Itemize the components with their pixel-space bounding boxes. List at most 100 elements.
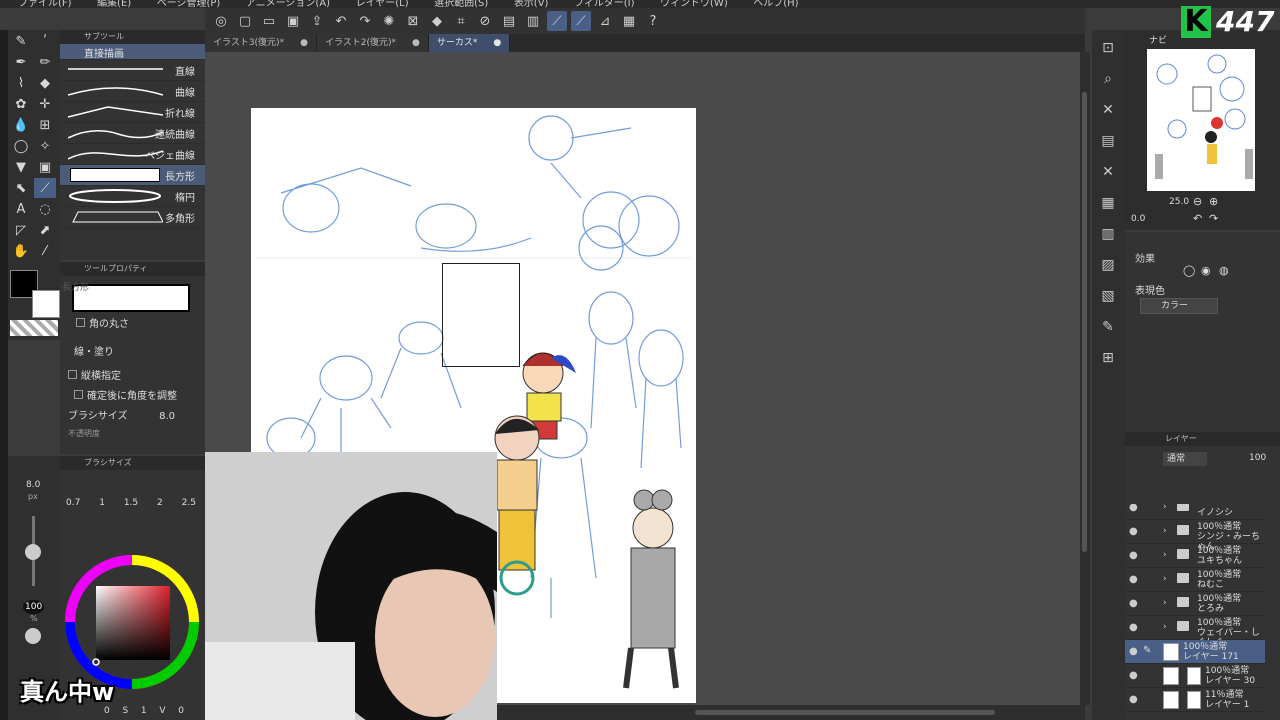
transform-tool-icon[interactable]: ⊞ <box>34 115 56 135</box>
move-tool-icon[interactable]: ✛ <box>34 94 56 114</box>
expand-chevron-icon[interactable]: › <box>1163 504 1167 512</box>
magic-wand-tool-icon[interactable]: ✧ <box>34 136 56 156</box>
menu-animation[interactable]: アニメーション(A) <box>246 0 330 8</box>
checkbox-icon[interactable] <box>68 370 77 379</box>
layer-row[interactable]: ● 100％通常 レイヤー 30 <box>1125 664 1265 688</box>
history-icon[interactable]: ▨ <box>1095 252 1121 278</box>
frame-tool-icon[interactable]: ◸ <box>10 220 32 240</box>
material-icon[interactable]: ⊡ <box>1095 35 1121 61</box>
pencil-tool-icon[interactable]: ✏ <box>34 52 56 72</box>
app-icon[interactable]: ◎ <box>211 11 231 31</box>
eraser-tool-icon[interactable]: ◆ <box>34 73 56 93</box>
tab-close-icon[interactable]: ● <box>300 34 308 52</box>
tab-close-icon[interactable]: ● <box>493 34 501 52</box>
expr-color-select[interactable]: カラー <box>1140 298 1218 314</box>
edit-icon[interactable]: ✎ <box>1095 314 1121 340</box>
zoom-in-icon[interactable]: ⊕ <box>1209 195 1218 208</box>
gradient-tool-icon[interactable]: ▣ <box>34 157 56 177</box>
transform-icon[interactable]: ⌗ <box>451 11 471 31</box>
expand-chevron-icon[interactable]: › <box>1163 598 1167 608</box>
layer-row[interactable]: ● › イノシシ <box>1125 504 1265 520</box>
help-icon[interactable]: ? <box>643 11 663 31</box>
preset-size[interactable]: 2.5 <box>182 498 196 508</box>
opacity-knob[interactable] <box>25 628 41 644</box>
preset-size[interactable]: 1 <box>99 498 105 508</box>
eyedropper-tool-icon[interactable]: ⁄ <box>34 241 56 261</box>
decoration-tool-icon[interactable]: ✿ <box>10 94 32 114</box>
scroll-thumb[interactable] <box>1082 92 1087 552</box>
search-icon[interactable]: ⌕ <box>1095 66 1121 92</box>
subtool-item-rectangle[interactable]: 長方形 <box>60 165 205 186</box>
figure-tool-icon[interactable]: ⟋ <box>34 178 56 198</box>
checkbox-icon[interactable] <box>74 390 83 399</box>
effect-border-icon[interactable]: ◯ <box>1183 264 1195 277</box>
tab-illust3[interactable]: イラスト3(復元)* ● <box>205 34 317 52</box>
checkbox-icon[interactable] <box>76 318 85 327</box>
subtool-item-direct[interactable]: 直接描画 <box>60 44 205 60</box>
tab-close-icon[interactable]: ● <box>412 34 420 52</box>
transparent-swatch[interactable] <box>10 320 58 336</box>
layer-opacity-value[interactable]: 100 <box>1249 453 1266 463</box>
zoom-value[interactable]: 25.0 <box>1169 197 1189 207</box>
rotate-left-icon[interactable]: ↶ <box>1193 212 1202 225</box>
mini-pen-icon[interactable]: ʹ <box>34 31 56 51</box>
scroll-thumb[interactable] <box>695 710 995 715</box>
deselect-icon[interactable]: ⊘ <box>475 11 495 31</box>
menu-file[interactable]: ファイル(F) <box>18 0 72 8</box>
open-folder-icon[interactable]: ▭ <box>259 11 279 31</box>
snap-grid-icon[interactable]: ⊿ <box>595 11 615 31</box>
expand-chevron-icon[interactable]: › <box>1163 526 1167 536</box>
new-file-icon[interactable]: ▢ <box>235 11 255 31</box>
brush-size-value[interactable]: 8.0 <box>159 406 175 428</box>
close-icon[interactable]: ✕ <box>1095 159 1121 185</box>
expand-chevron-icon[interactable]: › <box>1163 622 1167 632</box>
menu-edit[interactable]: 編集(E) <box>97 0 131 8</box>
layer-row[interactable]: ● › 100％通常 ユキちゃん <box>1125 544 1265 568</box>
layer-row[interactable]: ● › 100％通常 シンジ・みーちゃん <box>1125 520 1265 552</box>
snap-ruler-icon[interactable]: ⟋ <box>547 11 567 31</box>
selection-rectangle[interactable] <box>442 263 520 367</box>
lasso-tool-icon[interactable]: ◯ <box>10 136 32 156</box>
companion-icon[interactable]: ▦ <box>619 11 639 31</box>
menu-help[interactable]: ヘルプ(H) <box>753 0 798 8</box>
layer-row[interactable]: ● 11％通常 レイヤー 1 <box>1125 688 1265 712</box>
menu-layer[interactable]: レイヤー(L) <box>356 0 409 8</box>
expand-chevron-icon[interactable]: › <box>1163 574 1167 584</box>
expand-chevron-icon[interactable]: › <box>1163 550 1167 560</box>
navigator-thumbnail[interactable] <box>1147 49 1255 191</box>
crop-icon[interactable]: ▤ <box>499 11 519 31</box>
export-icon[interactable]: ⇪ <box>307 11 327 31</box>
zoom-out-icon[interactable]: ⊖ <box>1193 195 1202 208</box>
fill-tool-icon[interactable]: ▼ <box>10 157 32 177</box>
layer-search-icon[interactable]: ▦ <box>1095 190 1121 216</box>
corner-round-row[interactable]: 角の丸さ <box>60 314 205 336</box>
loading-icon[interactable]: ✺ <box>379 11 399 31</box>
pen-tool-icon[interactable]: ✒ <box>10 52 32 72</box>
eye-icon[interactable]: ● <box>1129 694 1138 705</box>
preset-size[interactable]: 2 <box>157 498 163 508</box>
menu-page[interactable]: ページ管理(P) <box>157 0 221 8</box>
menu-filter[interactable]: フィルター(I) <box>574 0 635 8</box>
layer-row-selected[interactable]: ● ✎ 100％通常 レイヤー 171 <box>1125 640 1265 664</box>
subtool-item-polyline[interactable]: 折れ線 <box>60 102 205 123</box>
menu-select[interactable]: 選択範囲(S) <box>434 0 488 8</box>
subtool-item-continuous-curve[interactable]: 連続曲線 <box>60 123 205 144</box>
hand-tool-icon[interactable]: ✋ <box>10 241 32 261</box>
undo-icon[interactable]: ↶ <box>331 11 351 31</box>
animation-icon[interactable]: ▥ <box>1095 221 1121 247</box>
tab-illust2[interactable]: イラスト2(復元)* ● <box>316 34 429 52</box>
layer-row[interactable]: ●›100％通常ウェイパー・しぐしぐ <box>1125 616 1265 648</box>
size-slider-knob[interactable] <box>25 544 41 560</box>
sub-color-swatch[interactable] <box>32 290 60 318</box>
rotate-right-icon[interactable]: ↷ <box>1209 212 1218 225</box>
item-bank-icon[interactable]: ⊞ <box>1095 345 1121 371</box>
blend-mode-select[interactable]: 通常 <box>1163 452 1207 466</box>
adjust-angle-row[interactable]: 確定後に角度を調整 <box>60 386 205 408</box>
eye-icon[interactable]: ● <box>1129 670 1138 681</box>
eye-icon[interactable]: ● <box>1129 526 1138 537</box>
vertical-scrollbar[interactable] <box>1080 52 1090 705</box>
blend-tool-icon[interactable]: 💧 <box>10 115 32 135</box>
balloon-tool-icon[interactable]: ◌ <box>34 199 56 219</box>
subtool-item-ellipse[interactable]: 楕円 <box>60 186 205 207</box>
subtool-item-bezier[interactable]: ベジェ曲線 <box>60 144 205 165</box>
